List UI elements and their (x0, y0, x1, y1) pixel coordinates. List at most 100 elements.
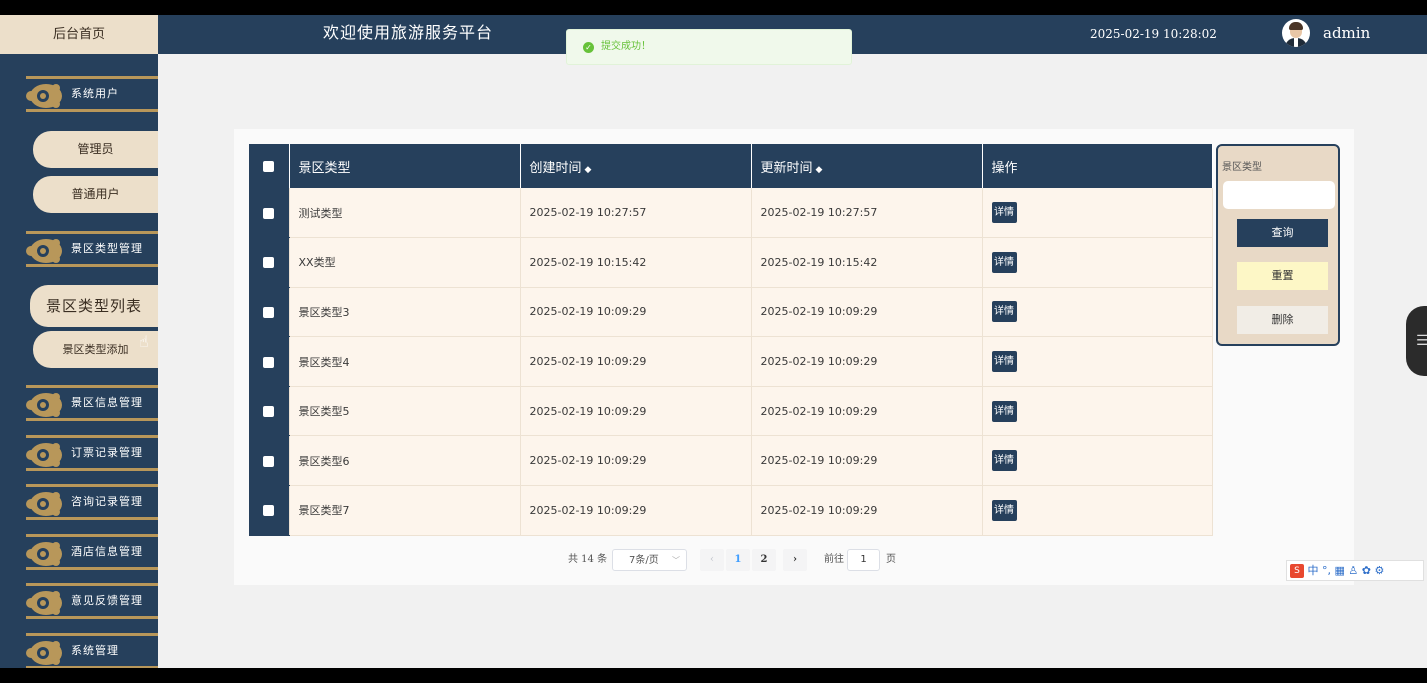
scenic-type-search-input[interactable] (1223, 181, 1335, 209)
user-icon[interactable]: ♙ (1348, 564, 1358, 577)
cell-updated: 2025-02-19 10:09:29 (751, 386, 983, 437)
checkbox[interactable] (263, 406, 275, 418)
ime-logo-icon: S (1290, 564, 1304, 578)
row-select[interactable] (249, 188, 290, 239)
sidebar-item-admins[interactable]: 管理员 (33, 131, 158, 168)
column-header-type: 景区类型 (289, 144, 521, 188)
delete-button[interactable]: 删除 (1237, 306, 1328, 334)
keyboard-icon[interactable]: ▦ (1335, 564, 1345, 577)
punctuation-icon[interactable]: °, (1322, 564, 1331, 577)
clock: 2025-02-19 10:28:02 (1090, 27, 1217, 41)
checkbox[interactable] (263, 207, 275, 219)
cell-updated: 2025-02-19 10:15:42 (751, 237, 983, 288)
sidebar-menu-scenic-type[interactable]: 景区类型管理 (26, 231, 158, 267)
reset-button[interactable]: 重置 (1237, 262, 1328, 290)
checkbox[interactable] (263, 257, 275, 269)
sidebar-item-scenic-type-list[interactable]: 景区类型列表 (30, 285, 158, 327)
cell-updated: 2025-02-19 10:09:29 (751, 336, 983, 387)
checkbox[interactable] (263, 306, 275, 318)
page-1-button[interactable]: 1 (726, 549, 750, 571)
sidebar-menu-hotels[interactable]: 酒店信息管理 (26, 534, 158, 570)
cell-type: 景区类型6 (289, 435, 521, 487)
site-title: 欢迎使用旅游服务平台 (323, 23, 494, 42)
detail-button[interactable]: 详情 (991, 400, 1017, 422)
page-2-button[interactable]: 2 (752, 549, 776, 571)
sort-icon[interactable]: ◆ (816, 165, 823, 175)
column-header-updated[interactable]: 更新时间 ◆ (751, 144, 983, 188)
row-select[interactable] (249, 336, 290, 387)
column-header-actions: 操作 (982, 144, 1213, 188)
table-row: 景区类型4 2025-02-19 10:09:29 2025-02-19 10:… (249, 336, 1213, 387)
sidebar-menu-label: 系统用户 (71, 87, 119, 100)
row-select[interactable] (249, 237, 290, 288)
settings-icon[interactable]: ⚙ (1375, 564, 1385, 577)
toast-message: 提交成功！ (601, 41, 651, 52)
cell-created: 2025-02-19 10:27:57 (520, 188, 752, 239)
ime-mode[interactable]: 中 (1308, 564, 1319, 577)
column-header-created[interactable]: 创建时间 ◆ (520, 144, 752, 188)
checkbox[interactable] (263, 455, 275, 467)
sidebar-item-users[interactable]: 普通用户 (33, 176, 158, 213)
cell-actions: 详情 (982, 287, 1213, 338)
sidebar-menu-label: 景区类型管理 (71, 242, 143, 255)
goto-page-input[interactable] (847, 549, 880, 571)
header-select-all[interactable] (249, 144, 290, 188)
pagination-total: 共 14 条 (568, 554, 608, 565)
row-select[interactable] (249, 287, 290, 338)
cell-actions: 详情 (982, 386, 1213, 437)
row-select[interactable] (249, 485, 290, 536)
cell-created: 2025-02-19 10:15:42 (520, 237, 752, 288)
checkbox[interactable] (263, 356, 275, 368)
detail-button[interactable]: 详情 (991, 202, 1017, 224)
detail-button[interactable]: 详情 (991, 450, 1017, 472)
cell-actions: 详情 (982, 336, 1213, 387)
cloud-ornament-icon (26, 239, 62, 263)
checkbox[interactable] (263, 505, 275, 517)
home-tab[interactable]: 后台首页 (0, 15, 158, 54)
cell-type: 景区类型5 (289, 386, 521, 437)
row-select[interactable] (249, 386, 290, 437)
table-row: XX类型 2025-02-19 10:15:42 2025-02-19 10:1… (249, 237, 1213, 288)
cloud-ornament-icon (26, 492, 62, 516)
sidebar-menu-system-users[interactable]: 系统用户 (26, 76, 158, 112)
cell-type: 景区类型3 (289, 287, 521, 338)
cell-actions: 详情 (982, 237, 1213, 288)
success-toast: ✓ 提交成功！ (566, 29, 852, 65)
check-circle-icon: ✓ (583, 42, 594, 53)
cloud-ornament-icon (26, 591, 62, 615)
table-row: 景区类型7 2025-02-19 10:09:29 2025-02-19 10:… (249, 485, 1213, 536)
cell-updated: 2025-02-19 10:09:29 (751, 485, 983, 536)
page-size-value: 7条/页 (629, 555, 659, 566)
sidebar-menu-inquiries[interactable]: 咨询记录管理 (26, 484, 158, 520)
detail-button[interactable]: 详情 (991, 301, 1017, 323)
row-select[interactable] (249, 435, 290, 487)
sidebar-menu-feedback[interactable]: 意见反馈管理 (26, 583, 158, 619)
page-size-select[interactable]: 7条/页 ﹀ (612, 549, 687, 571)
next-page-button[interactable]: › (783, 549, 807, 571)
chevron-down-icon: ﹀ (672, 556, 680, 565)
sidebar-menu-label: 意见反馈管理 (71, 594, 143, 607)
detail-button[interactable]: 详情 (991, 351, 1017, 373)
prev-page-button[interactable]: ‹ (700, 549, 724, 571)
sort-icon[interactable]: ◆ (585, 165, 592, 175)
sidebar-menu-label: 景区信息管理 (71, 396, 143, 409)
cell-created: 2025-02-19 10:09:29 (520, 485, 752, 536)
checkbox[interactable] (263, 160, 275, 172)
skin-icon[interactable]: ✿ (1362, 564, 1371, 577)
username[interactable]: admin (1323, 15, 1370, 51)
sidebar-menu-system[interactable]: 系统管理 (26, 633, 158, 668)
main-panel: 景区类型 创建时间 ◆ 更新时间 ◆ 操作 测试类型 2025-02-19 10:2… (234, 129, 1354, 585)
query-button[interactable]: 查询 (1237, 219, 1328, 247)
cloud-ornament-icon (26, 641, 62, 665)
side-drawer-toggle[interactable]: ☰ (1406, 306, 1427, 376)
ime-toolbar[interactable]: S 中 °, ▦ ♙ ✿ ⚙ (1286, 560, 1424, 581)
search-label: 景区类型 (1222, 162, 1262, 173)
sidebar-menu-tickets[interactable]: 订票记录管理 (26, 435, 158, 471)
sidebar-menu-scenic-info[interactable]: 景区信息管理 (26, 385, 158, 421)
avatar[interactable] (1282, 19, 1310, 47)
detail-button[interactable]: 详情 (991, 499, 1017, 521)
cloud-ornament-icon (26, 443, 62, 467)
cell-type: 景区类型4 (289, 336, 521, 387)
table-row: 测试类型 2025-02-19 10:27:57 2025-02-19 10:2… (249, 188, 1213, 239)
detail-button[interactable]: 详情 (991, 251, 1017, 273)
